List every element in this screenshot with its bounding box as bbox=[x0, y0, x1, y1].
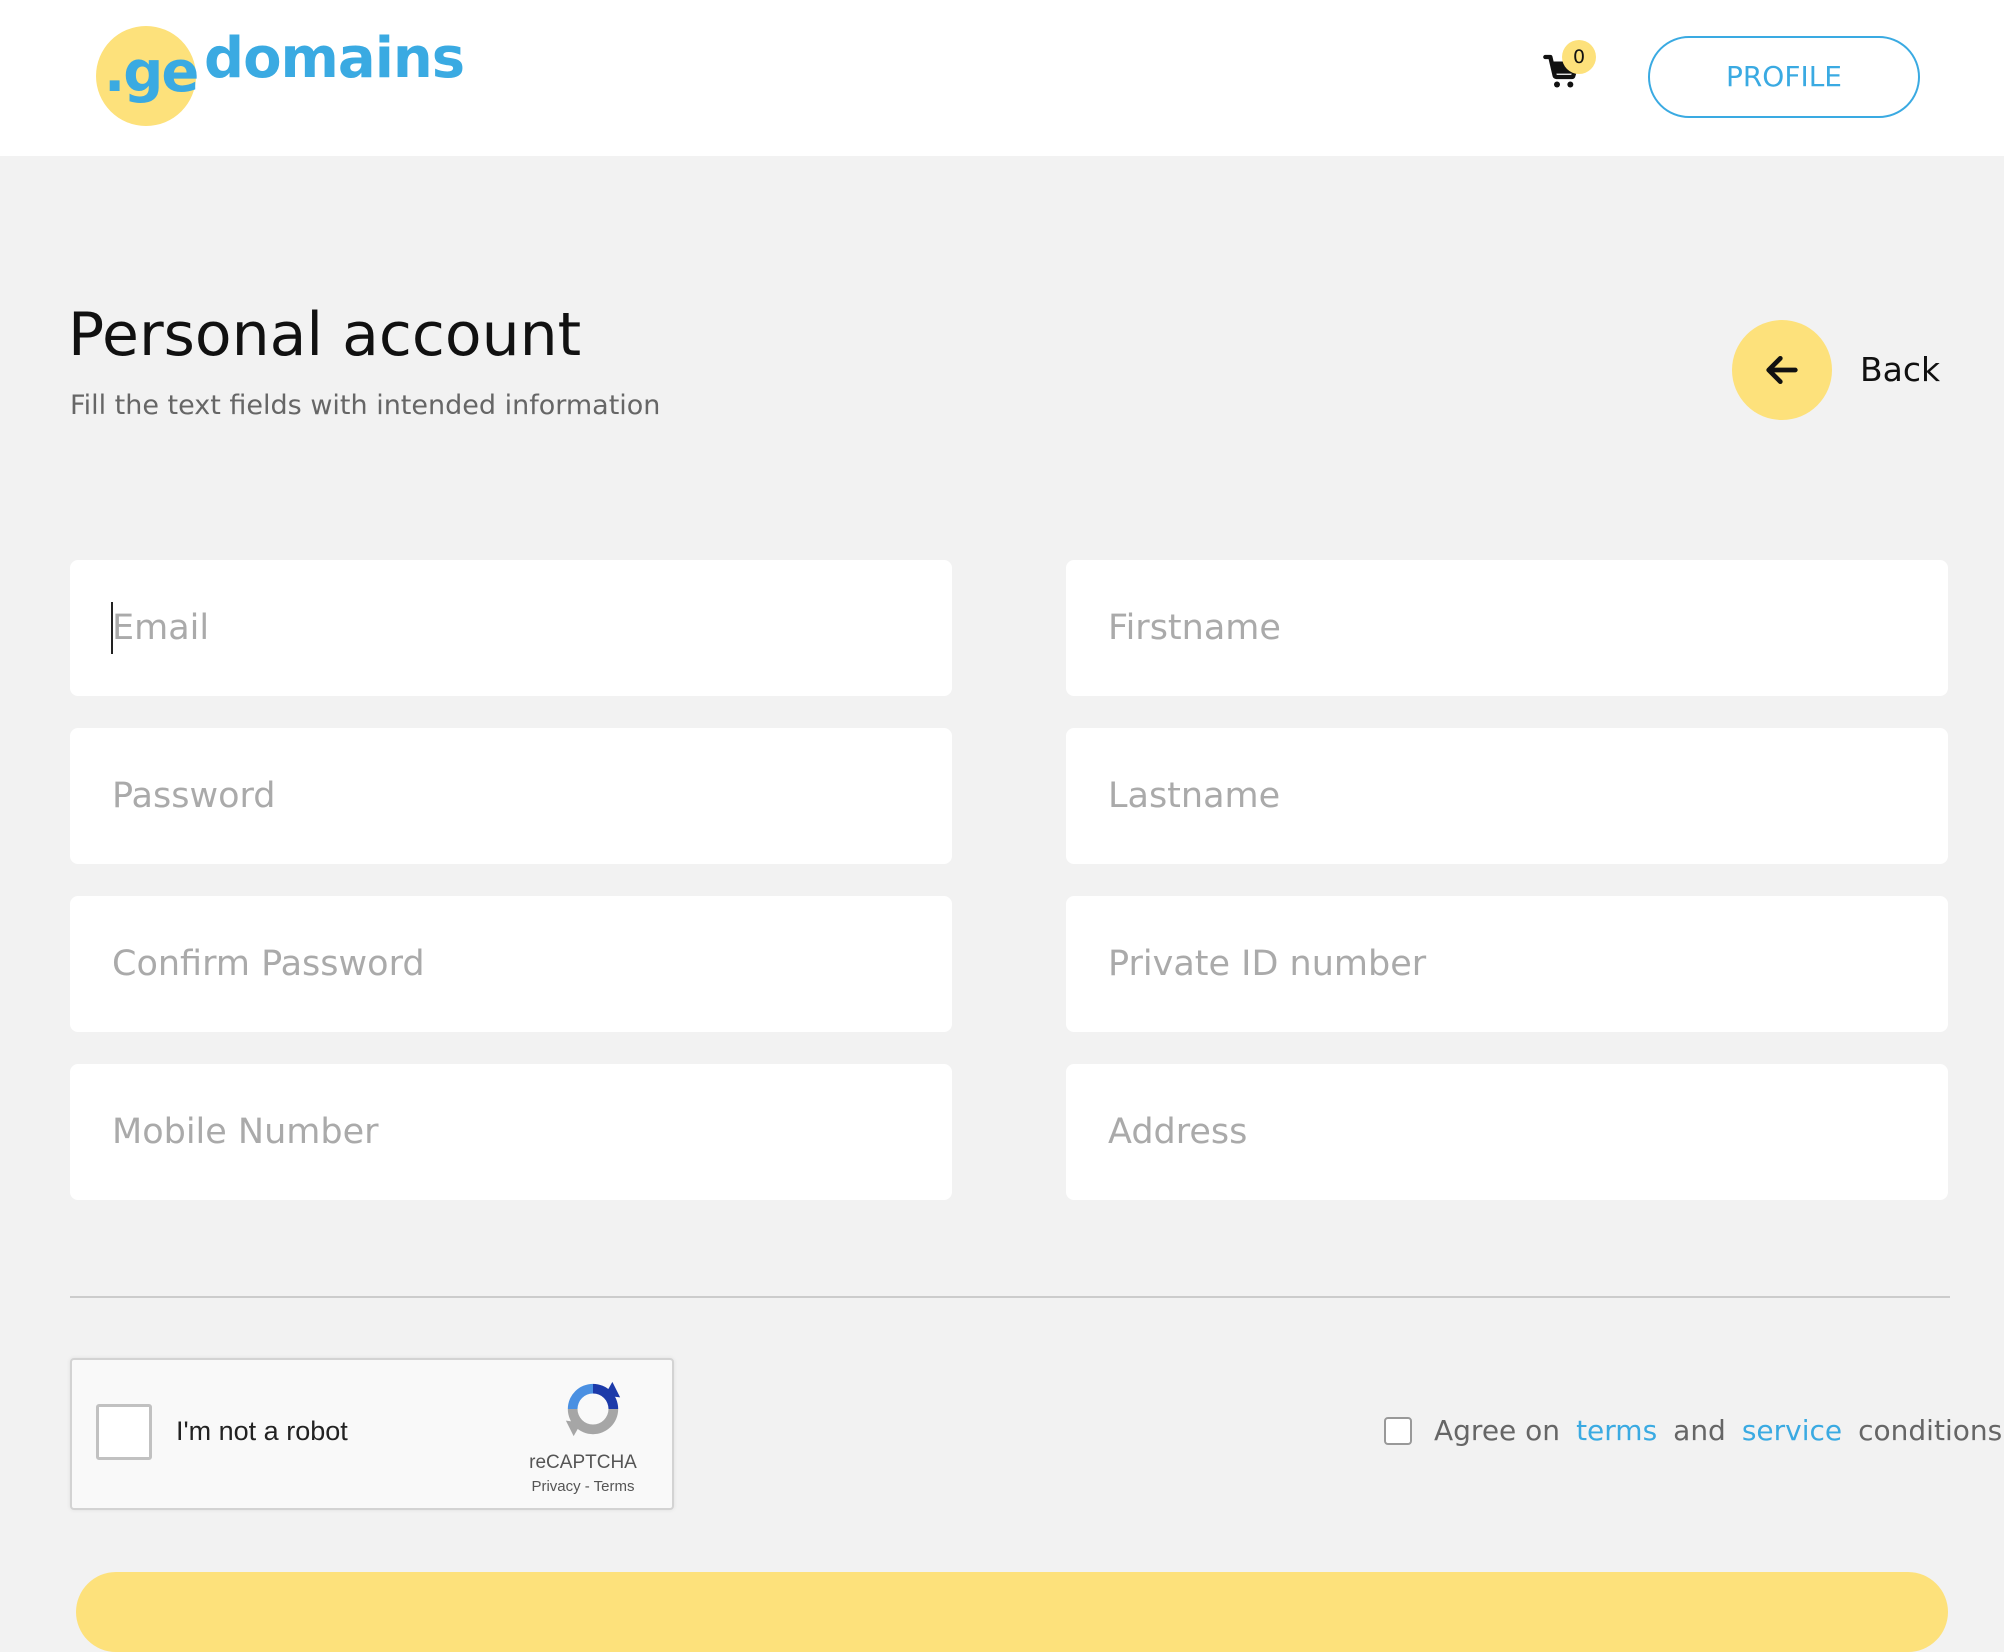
recaptcha-label: I'm not a robot bbox=[176, 1416, 348, 1446]
recaptcha-checkbox[interactable] bbox=[96, 1404, 152, 1460]
agree-prefix: Agree on bbox=[1434, 1414, 1561, 1447]
agree-and: and bbox=[1673, 1414, 1726, 1447]
firstname-input[interactable] bbox=[1066, 560, 1948, 696]
text-caret bbox=[111, 602, 113, 654]
site-logo[interactable]: .ge domains bbox=[96, 24, 465, 128]
recaptcha-brand: reCAPTCHA bbox=[529, 1452, 637, 1473]
cart-count-badge: 0 bbox=[1562, 40, 1596, 74]
agree-terms: Agree on terms and service conditions bbox=[1384, 1414, 2002, 1447]
page-subtitle: Fill the text fields with intended infor… bbox=[70, 390, 661, 421]
confirm-password-input[interactable] bbox=[70, 896, 952, 1032]
divider bbox=[70, 1296, 1950, 1298]
private-id-input[interactable] bbox=[1066, 896, 1948, 1032]
recaptcha-widget: I'm not a robot reCAPTCHA Privacy - Term… bbox=[70, 1358, 674, 1510]
header: .ge domains 0 PROFILE bbox=[0, 0, 2004, 156]
terms-link[interactable]: terms bbox=[1576, 1414, 1657, 1447]
arrow-left-icon bbox=[1766, 356, 1798, 384]
address-input[interactable] bbox=[1066, 1064, 1948, 1200]
back-button[interactable] bbox=[1732, 320, 1832, 420]
logo-prefix: .ge bbox=[104, 40, 199, 105]
logo-circle: .ge bbox=[96, 26, 199, 126]
recaptcha-logo-icon bbox=[565, 1381, 621, 1437]
page-title: Personal account bbox=[68, 300, 582, 370]
back-label[interactable]: Back bbox=[1860, 350, 1940, 389]
password-input[interactable] bbox=[70, 728, 952, 864]
mobile-number-input[interactable] bbox=[70, 1064, 952, 1200]
submit-button[interactable] bbox=[76, 1572, 1948, 1652]
service-link[interactable]: service bbox=[1742, 1414, 1842, 1447]
email-input[interactable] bbox=[70, 560, 952, 696]
recaptcha-links[interactable]: Privacy - Terms bbox=[508, 1478, 658, 1495]
agree-suffix: conditions bbox=[1858, 1414, 2003, 1447]
agree-checkbox[interactable] bbox=[1384, 1416, 1412, 1445]
logo-word: domains bbox=[204, 25, 465, 91]
profile-button[interactable]: PROFILE bbox=[1648, 36, 1920, 118]
lastname-input[interactable] bbox=[1066, 728, 1948, 864]
